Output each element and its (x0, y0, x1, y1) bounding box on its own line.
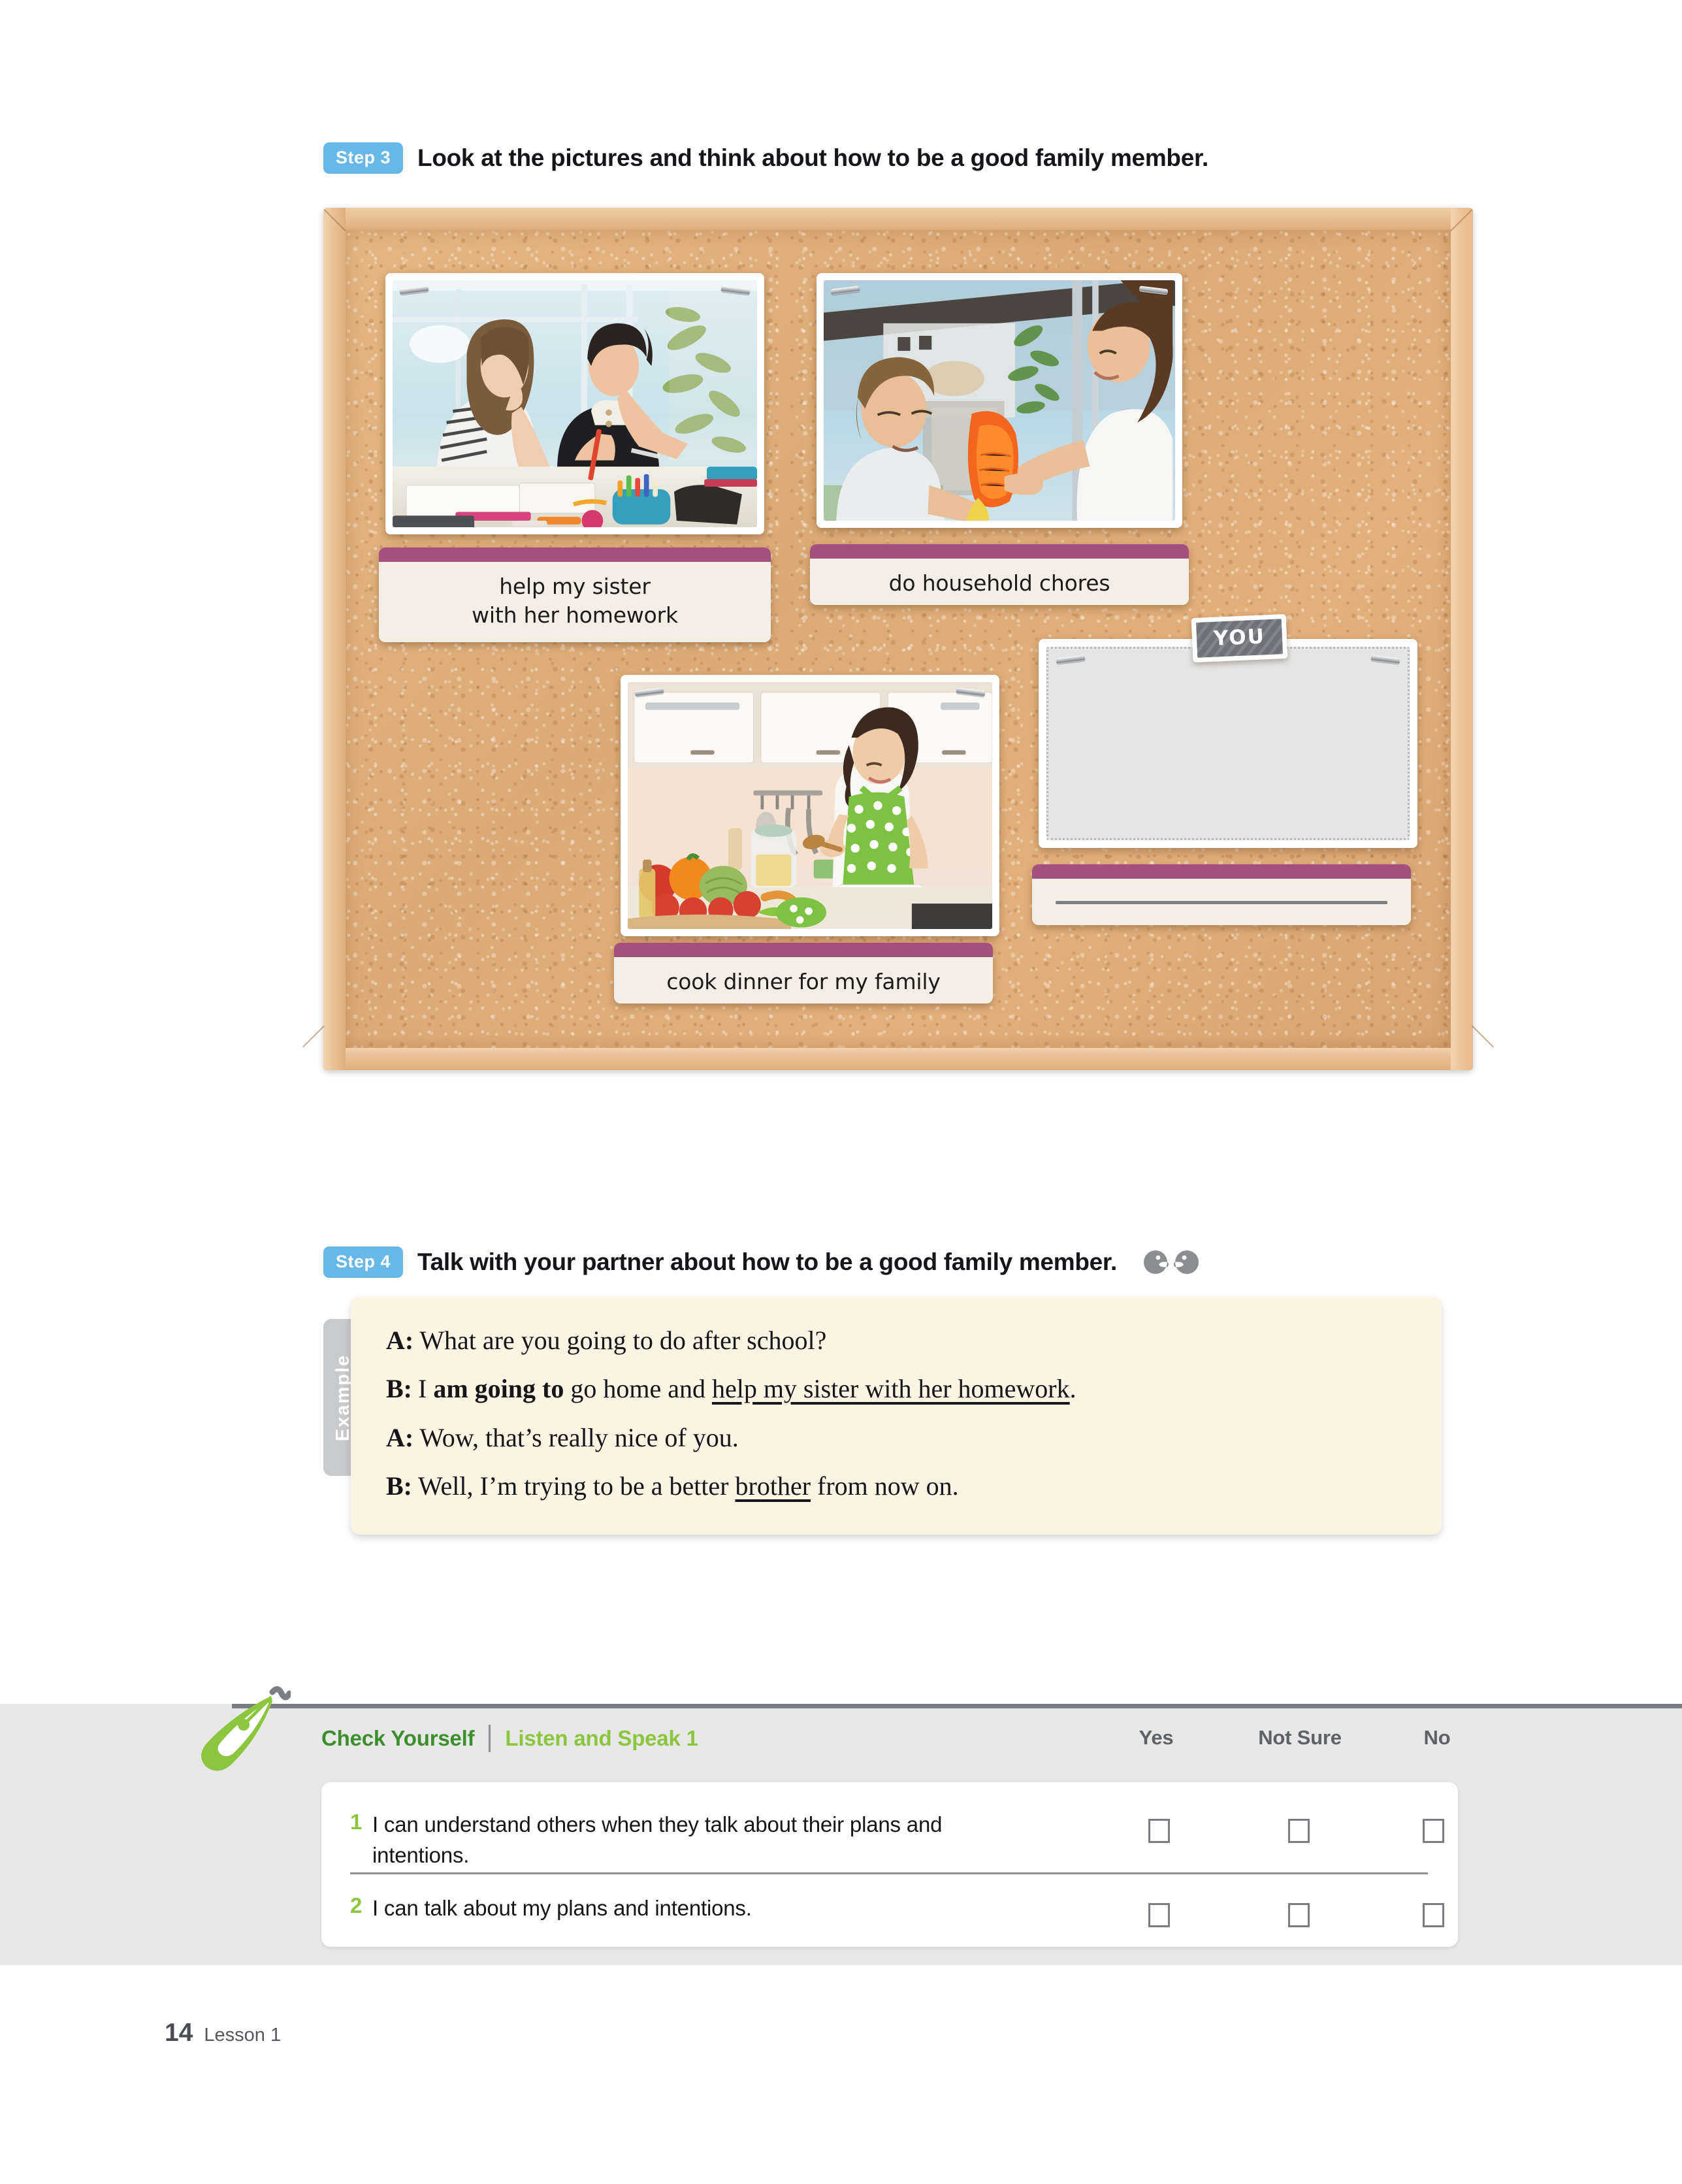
check-yourself-header: Check Yourself Listen and Speak 1 (321, 1725, 698, 1752)
photo-household-chores (817, 273, 1182, 528)
column-header-no: No (1423, 1726, 1451, 1749)
checklist-number: 2 (350, 1893, 363, 1917)
label-line: cook dinner for my family (666, 969, 941, 994)
step3-instruction: Look at the pictures and think about how… (417, 144, 1209, 171)
dialogue-line: A: What are you going to do after school? (386, 1326, 1406, 1355)
label-line: with her homework (472, 602, 678, 628)
check-yourself-subtitle: Listen and Speak 1 (505, 1726, 698, 1750)
step4-header: Step 4 Talk with your partner about how … (323, 1247, 1201, 1278)
checkbox-item2-yes[interactable] (1148, 1903, 1170, 1927)
dialogue-text-bold: am going to (433, 1374, 564, 1404)
staple-icon (1370, 655, 1400, 664)
dialogue-line: B: Well, I’m trying to be a better brothe… (386, 1471, 1406, 1501)
checkbox-item1-no[interactable] (1423, 1819, 1444, 1843)
dialogue-line: B: I am going to go home and help my sist… (386, 1375, 1406, 1403)
dialogue-text: go home and (564, 1374, 712, 1404)
dialogue-speaker: B: (386, 1374, 412, 1404)
corkboard: help my sister with her homework do hous… (302, 208, 1494, 1070)
speaking-pair-icon (1142, 1248, 1201, 1276)
dialogue-speaker: A: (386, 1422, 414, 1452)
checklist-row: 1 I can understand others when they talk… (321, 1782, 1458, 1871)
you-answer-sheet-inner[interactable] (1046, 647, 1410, 840)
label-card-bar (379, 547, 771, 562)
write-in-line[interactable] (1056, 901, 1387, 904)
step3-badge: Step 3 (323, 142, 404, 174)
label-card-text: cook dinner for my family (614, 957, 993, 1003)
page-footer: 14 Lesson 1 (165, 2019, 281, 2047)
label-card-text: help my sister with her homework (379, 562, 771, 642)
dialogue-text: . (1069, 1374, 1076, 1404)
column-header-not-sure: Not Sure (1258, 1726, 1342, 1749)
photo-cook-dinner-image (628, 682, 992, 929)
photo-help-sister (385, 273, 764, 534)
photo-cook-dinner (621, 675, 999, 936)
photo-help-sister-image (393, 280, 757, 527)
label-line: do household chores (888, 570, 1110, 596)
speaker-head-left-icon (1143, 1250, 1169, 1275)
dialogue-text: What are you going to do after school? (419, 1326, 827, 1355)
step3-header: Step 3 Look at the pictures and think ab… (323, 142, 1208, 174)
dialogue-text: I (418, 1374, 434, 1404)
example-body: A: What are you going to do after school?… (351, 1297, 1442, 1535)
label-card-you-blank[interactable] (1032, 864, 1411, 925)
dialogue-text: Wow, that’s really nice of you. (419, 1422, 739, 1452)
step4-instruction: Talk with your partner about how to be a… (417, 1248, 1117, 1275)
cork-frame-right (1451, 208, 1473, 1070)
dialogue-text: Well, I’m trying to be a better (418, 1471, 736, 1501)
check-yourself-card: 1 I can understand others when they talk… (321, 1782, 1458, 1947)
checkbox-item2-not-sure[interactable] (1288, 1903, 1310, 1927)
cork-frame-left (323, 208, 346, 1070)
label-card-bar (1032, 864, 1411, 879)
column-header-yes: Yes (1139, 1726, 1174, 1749)
green-pen-nib-icon (201, 1686, 291, 1771)
you-answer-sheet[interactable] (1039, 639, 1417, 848)
label-card-bar (810, 544, 1189, 559)
label-card-cook-dinner: cook dinner for my family (614, 943, 993, 1003)
checkbox-item1-yes[interactable] (1148, 1819, 1170, 1843)
check-yourself-title: Check Yourself (321, 1726, 475, 1750)
dialogue-line: A: Wow, that’s really nice of you. (386, 1424, 1406, 1452)
dialogue-text: from now on. (811, 1471, 959, 1501)
cork-frame-top (323, 208, 1473, 230)
checkbox-item2-no[interactable] (1423, 1903, 1444, 1927)
you-tag-label: YOU (1195, 619, 1283, 658)
speaker-head-right-icon (1173, 1250, 1199, 1275)
you-tag: YOU (1191, 613, 1288, 663)
label-card-bar (614, 943, 993, 957)
header-divider (489, 1725, 491, 1752)
dialogue-speaker: B: (386, 1471, 412, 1501)
checklist-text: I can talk about my plans and intentions… (372, 1895, 752, 1920)
cork-frame-bottom (323, 1048, 1473, 1070)
page-number: 14 (165, 2019, 193, 2047)
label-card-help-sister: help my sister with her homework (379, 547, 771, 642)
checklist-number: 1 (350, 1810, 363, 1834)
label-card-text: do household chores (810, 559, 1189, 605)
step4-badge: Step 4 (323, 1247, 404, 1278)
dialogue-speaker: A: (386, 1326, 414, 1355)
label-card-household-chores: do household chores (810, 544, 1189, 605)
staple-icon (1056, 655, 1086, 664)
checkbox-item1-not-sure[interactable] (1288, 1819, 1310, 1843)
label-line: help my sister (499, 574, 651, 599)
checklist-row: 2 I can talk about my plans and intentio… (321, 1871, 1458, 1924)
checklist-text: I can understand others when they talk a… (372, 1812, 943, 1867)
photo-household-chores-image (824, 280, 1175, 521)
check-yourself-topline (232, 1704, 1682, 1708)
lesson-label: Lesson 1 (204, 2025, 282, 2045)
dialogue-text-underline: brother (735, 1471, 811, 1501)
dialogue-text-underline: help my sister with her homework (711, 1374, 1070, 1404)
